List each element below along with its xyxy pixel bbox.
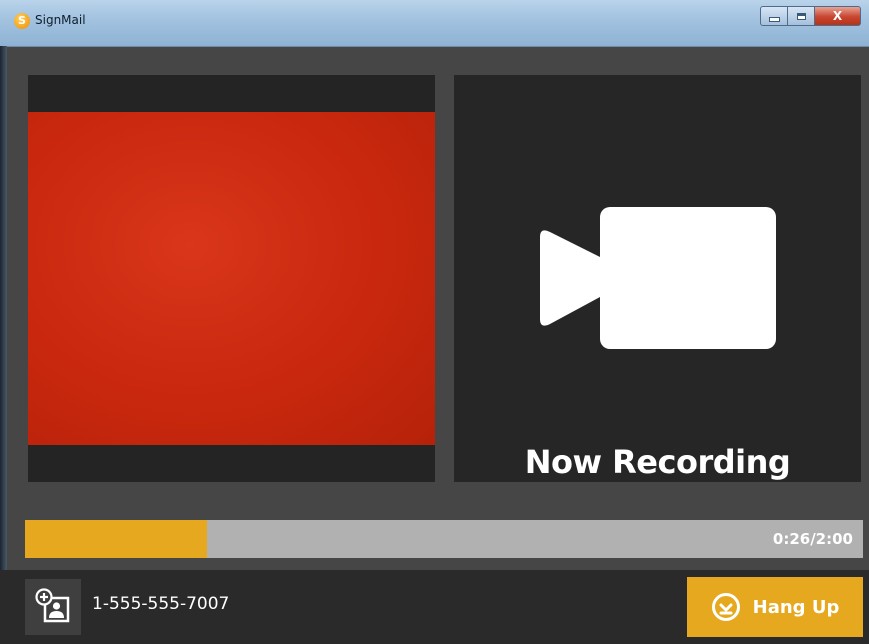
maximize-icon [796, 12, 806, 20]
phone-number: 1-555-555-7007 [92, 594, 230, 614]
window-title: SignMail [35, 13, 86, 27]
recording-progress-fill [25, 520, 207, 558]
video-camera-icon [540, 207, 776, 349]
minimize-icon [768, 17, 780, 22]
close-button[interactable]: X [815, 6, 861, 26]
self-view-video [28, 112, 435, 445]
call-bar: 1-555-555-7007 Hang Up [0, 570, 869, 644]
add-contact-button[interactable] [25, 579, 81, 635]
self-view-pane [28, 75, 435, 482]
close-icon: X [832, 9, 843, 23]
recording-pane: Now Recording [454, 75, 861, 482]
hang-up-button[interactable]: Hang Up [687, 577, 863, 637]
download-circle-icon [711, 593, 740, 621]
window-edge [0, 46, 7, 644]
recording-time-label: 0:26/2:00 [772, 530, 853, 548]
recording-status-label: Now Recording [524, 443, 791, 481]
minimize-button[interactable] [760, 6, 788, 26]
window-controls: X [760, 6, 861, 26]
signmail-window: S SignMail X Now Recording 0:26/2:00 1-5… [0, 0, 869, 644]
add-contact-icon [35, 588, 70, 623]
maximize-button[interactable] [788, 6, 815, 26]
hang-up-label: Hang Up [752, 596, 840, 618]
recording-progress-bar: 0:26/2:00 [25, 520, 863, 558]
title-bar[interactable]: S SignMail X [0, 0, 869, 47]
signmail-logo-icon: S [14, 13, 30, 29]
